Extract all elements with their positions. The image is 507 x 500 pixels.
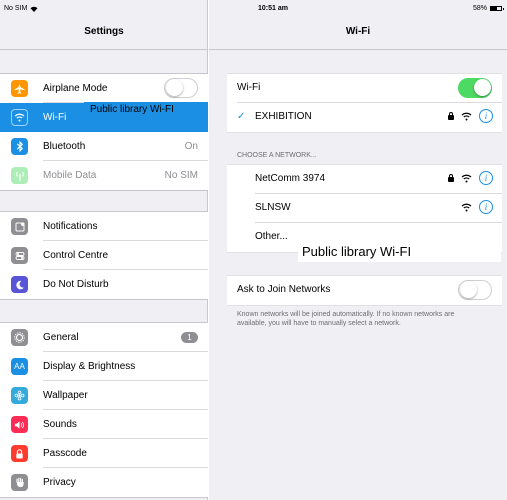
notifications-icon — [11, 218, 28, 235]
wifi-label: Wi-Fi — [237, 82, 261, 93]
checkmark-icon: ✓ — [237, 111, 246, 122]
settings-sidebar: Settings Airplane Mode Wi-Fi Bluetooth O… — [0, 0, 208, 500]
sidebar-item-mobile-data[interactable]: Mobile Data No SIM — [0, 161, 208, 190]
wallpaper-icon — [11, 387, 28, 404]
status-right: 58% — [472, 5, 504, 12]
wifi-signal-icon — [30, 6, 38, 12]
airplane-mode-toggle[interactable] — [164, 78, 198, 98]
sidebar-item-label: Privacy — [43, 477, 76, 488]
lock-icon — [448, 174, 454, 182]
wifi-strength-icon — [461, 203, 472, 211]
moon-icon — [11, 276, 28, 293]
sidebar-title: Settings — [84, 26, 124, 37]
sidebar-item-label: Control Centre — [43, 250, 109, 261]
airplane-icon — [11, 80, 28, 97]
network-icons: i — [448, 109, 493, 123]
sidebar-item-notifications[interactable]: Notifications — [0, 212, 208, 241]
gear-icon — [11, 329, 28, 346]
info-icon[interactable]: i — [479, 200, 493, 214]
antenna-icon — [11, 167, 28, 184]
settings-group-connectivity: Airplane Mode Wi-Fi Bluetooth On Mobile … — [0, 73, 208, 191]
mobile-data-status: No SIM — [164, 170, 198, 181]
lock-icon — [448, 112, 454, 120]
sidebar-item-bluetooth[interactable]: Bluetooth On — [0, 132, 208, 161]
speaker-icon — [11, 416, 28, 433]
lock-icon — [11, 445, 28, 462]
settings-group-general: General 1 AA Display & Brightness Wallpa… — [0, 322, 208, 498]
network-name: Other... — [255, 231, 288, 242]
network-row[interactable]: SLNSW i — [227, 194, 502, 223]
info-icon[interactable]: i — [479, 109, 493, 123]
sidebar-item-label: Display & Brightness — [43, 361, 136, 372]
sidebar-item-passcode[interactable]: Passcode — [0, 439, 208, 468]
network-name: NetComm 3974 — [255, 173, 326, 184]
sidebar-item-label: Bluetooth — [43, 141, 86, 152]
display-icon: AA — [11, 358, 28, 375]
carrier-label: No SIM — [4, 5, 28, 12]
hand-icon — [11, 474, 28, 491]
ask-join-label: Ask to Join Networks — [237, 284, 331, 295]
sidebar-item-label: Mobile Data — [43, 170, 97, 181]
wifi-strength-icon — [461, 174, 472, 182]
network-icons: i — [448, 171, 493, 185]
status-bar: No SIM 10:51 am 58% — [0, 0, 507, 20]
bluetooth-status: On — [184, 141, 198, 152]
ask-join-toggle[interactable] — [458, 280, 492, 300]
networks-list: NetComm 3974 i SLNSW i Other... — [227, 164, 502, 253]
ask-join-row: Ask to Join Networks — [227, 276, 502, 305]
caption-overlay: Public library Wi-FI — [298, 242, 501, 262]
network-name: EXHIBITION — [255, 111, 312, 122]
sidebar-item-label: Sounds — [43, 419, 77, 430]
wifi-detail-pane: Wi-Fi Wi-Fi ✓ EXHIBITION i CHOOSE A NETW… — [209, 0, 507, 500]
network-icons: i — [461, 200, 493, 214]
page-title: Wi-Fi — [345, 26, 371, 37]
sidebar-item-label: Notifications — [43, 221, 98, 232]
battery-percent: 58% — [472, 5, 487, 12]
connected-network-row[interactable]: ✓ EXHIBITION i — [227, 103, 502, 132]
status-left: No SIM — [4, 5, 38, 12]
choose-network-header: CHOOSE A NETWORK... — [237, 152, 317, 159]
control-centre-icon — [11, 247, 28, 264]
sidebar-item-label: Wi-Fi — [43, 112, 67, 123]
sidebar-item-general[interactable]: General 1 — [0, 323, 208, 352]
wifi-toggle-row: Wi-Fi — [227, 74, 502, 103]
sidebar-item-do-not-disturb[interactable]: Do Not Disturb — [0, 270, 208, 299]
caption-overlay: Public library Wi-FI — [84, 102, 208, 122]
sidebar-item-display-brightness[interactable]: AA Display & Brightness — [0, 352, 208, 381]
network-row[interactable]: NetComm 3974 i — [227, 165, 502, 194]
wifi-group: Wi-Fi ✓ EXHIBITION i — [227, 73, 502, 133]
wifi-icon — [11, 109, 28, 126]
wifi-toggle[interactable] — [458, 78, 492, 98]
sidebar-item-control-centre[interactable]: Control Centre — [0, 241, 208, 270]
network-name: SLNSW — [255, 202, 291, 213]
battery-icon — [490, 6, 504, 11]
update-badge: 1 — [181, 332, 198, 343]
sidebar-item-airplane-mode[interactable]: Airplane Mode — [0, 74, 208, 103]
sidebar-item-label: General — [43, 332, 79, 343]
sidebar-item-wallpaper[interactable]: Wallpaper — [0, 381, 208, 410]
wifi-strength-icon — [461, 112, 472, 120]
ask-join-group: Ask to Join Networks — [227, 275, 502, 306]
sidebar-item-label: Wallpaper — [43, 390, 88, 401]
sidebar-item-label: Passcode — [43, 448, 87, 459]
status-time: 10:51 am — [258, 5, 288, 12]
sidebar-item-sounds[interactable]: Sounds — [0, 410, 208, 439]
sidebar-item-label: Airplane Mode — [43, 83, 108, 94]
header-divider — [209, 49, 507, 50]
info-icon[interactable]: i — [479, 171, 493, 185]
bluetooth-icon — [11, 138, 28, 155]
sidebar-item-privacy[interactable]: Privacy — [0, 468, 208, 497]
ask-join-footnote: Known networks will be joined automatica… — [237, 311, 455, 327]
settings-group-notifications: Notifications Control Centre Do Not Dist… — [0, 211, 208, 300]
header-divider — [0, 49, 208, 50]
sidebar-item-label: Do Not Disturb — [43, 279, 109, 290]
